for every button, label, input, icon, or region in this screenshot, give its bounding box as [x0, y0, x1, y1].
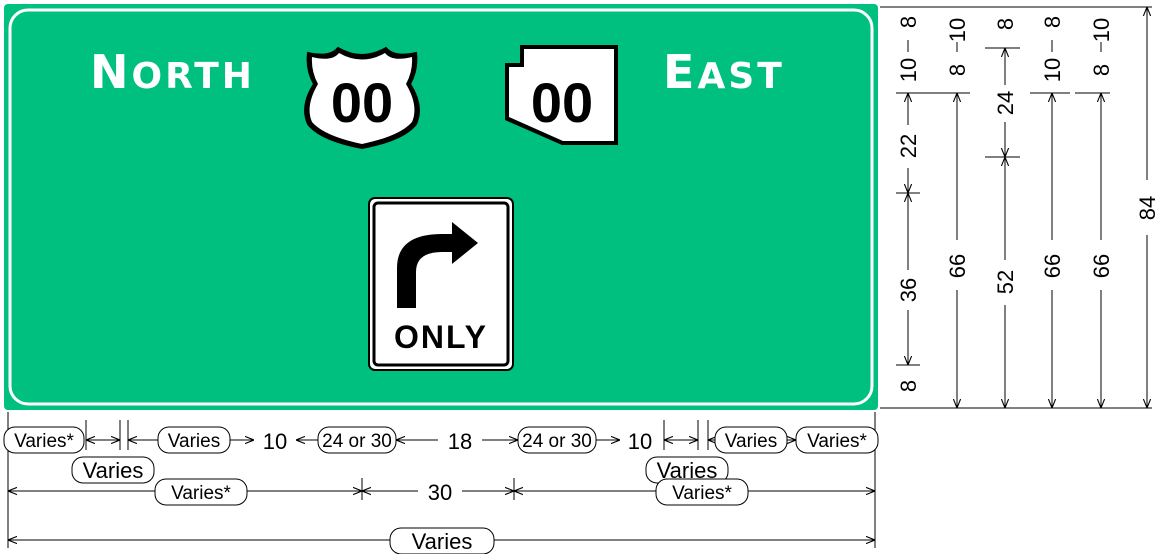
- dim-h-row1-7: Varies: [725, 431, 777, 452]
- dim-v-col4-1: 10: [1040, 58, 1065, 82]
- dim-v-col3-2: 52: [993, 270, 1018, 294]
- dim-h-row1-4: 18: [448, 429, 472, 454]
- sign-layout-diagram: NORTH EAST 00 00 ONLY 8 10 22 36 8 10 8 …: [3, 4, 1160, 554]
- dim-v-col4-0: 8: [1040, 16, 1065, 28]
- dim-h-row1-8: Varies*: [807, 431, 867, 452]
- dim-v-col2-1: 8: [945, 64, 970, 76]
- vertical-dimensions: 8 10 22 36 8 10 8 66 8 24 52 8 10 66 10 …: [880, 6, 1160, 409]
- right-turn-only-sign: ONLY: [368, 197, 514, 371]
- dim-v-col5-1: 8: [1089, 64, 1114, 76]
- horizontal-dimensions: Varies* Varies 10 24 or 30 18 24 or 30 1…: [3, 412, 879, 554]
- state-route-number: 00: [531, 71, 593, 134]
- dim-v-col1-2: 22: [896, 134, 921, 158]
- us-route-number: 00: [331, 71, 393, 134]
- dim-v-col1-0: 8: [896, 16, 921, 28]
- dim-h-row1-1: Varies: [168, 431, 220, 452]
- dim-h-row1-2: 10: [263, 429, 287, 454]
- dim-v-col4-2: 66: [1040, 254, 1065, 278]
- dim-h-row1-3: 24 or 30: [322, 431, 392, 452]
- dim-h-row3-1: 30: [428, 480, 452, 505]
- lane-sign-only-text: ONLY: [394, 319, 488, 355]
- dim-h-row2-0: Varies: [83, 458, 144, 483]
- dim-v-col1-1: 10: [896, 58, 921, 82]
- dim-v-col1-4: 8: [896, 380, 921, 392]
- dim-v-col5-0: 10: [1089, 18, 1114, 42]
- dim-h-row1-6: 10: [628, 429, 652, 454]
- dim-v-total: 84: [1135, 196, 1160, 220]
- dim-v-col2-0: 10: [945, 18, 970, 42]
- dim-h-row3-2: Varies*: [672, 483, 732, 504]
- dim-v-col3-0: 8: [993, 18, 1018, 30]
- dim-h-row3-0: Varies*: [171, 483, 231, 504]
- us-route-shield: 00: [304, 46, 420, 150]
- dim-h-row4-0: Varies: [412, 529, 473, 554]
- dim-v-col5-2: 66: [1089, 254, 1114, 278]
- dim-h-row1-5: 24 or 30: [522, 431, 592, 452]
- guide-sign-panel: NORTH EAST 00 00 ONLY: [4, 4, 878, 410]
- dim-v-col2-2: 66: [945, 254, 970, 278]
- dim-v-col1-3: 36: [896, 278, 921, 302]
- dim-v-col3-1: 24: [993, 91, 1018, 115]
- dim-h-row1-0: Varies*: [14, 431, 74, 452]
